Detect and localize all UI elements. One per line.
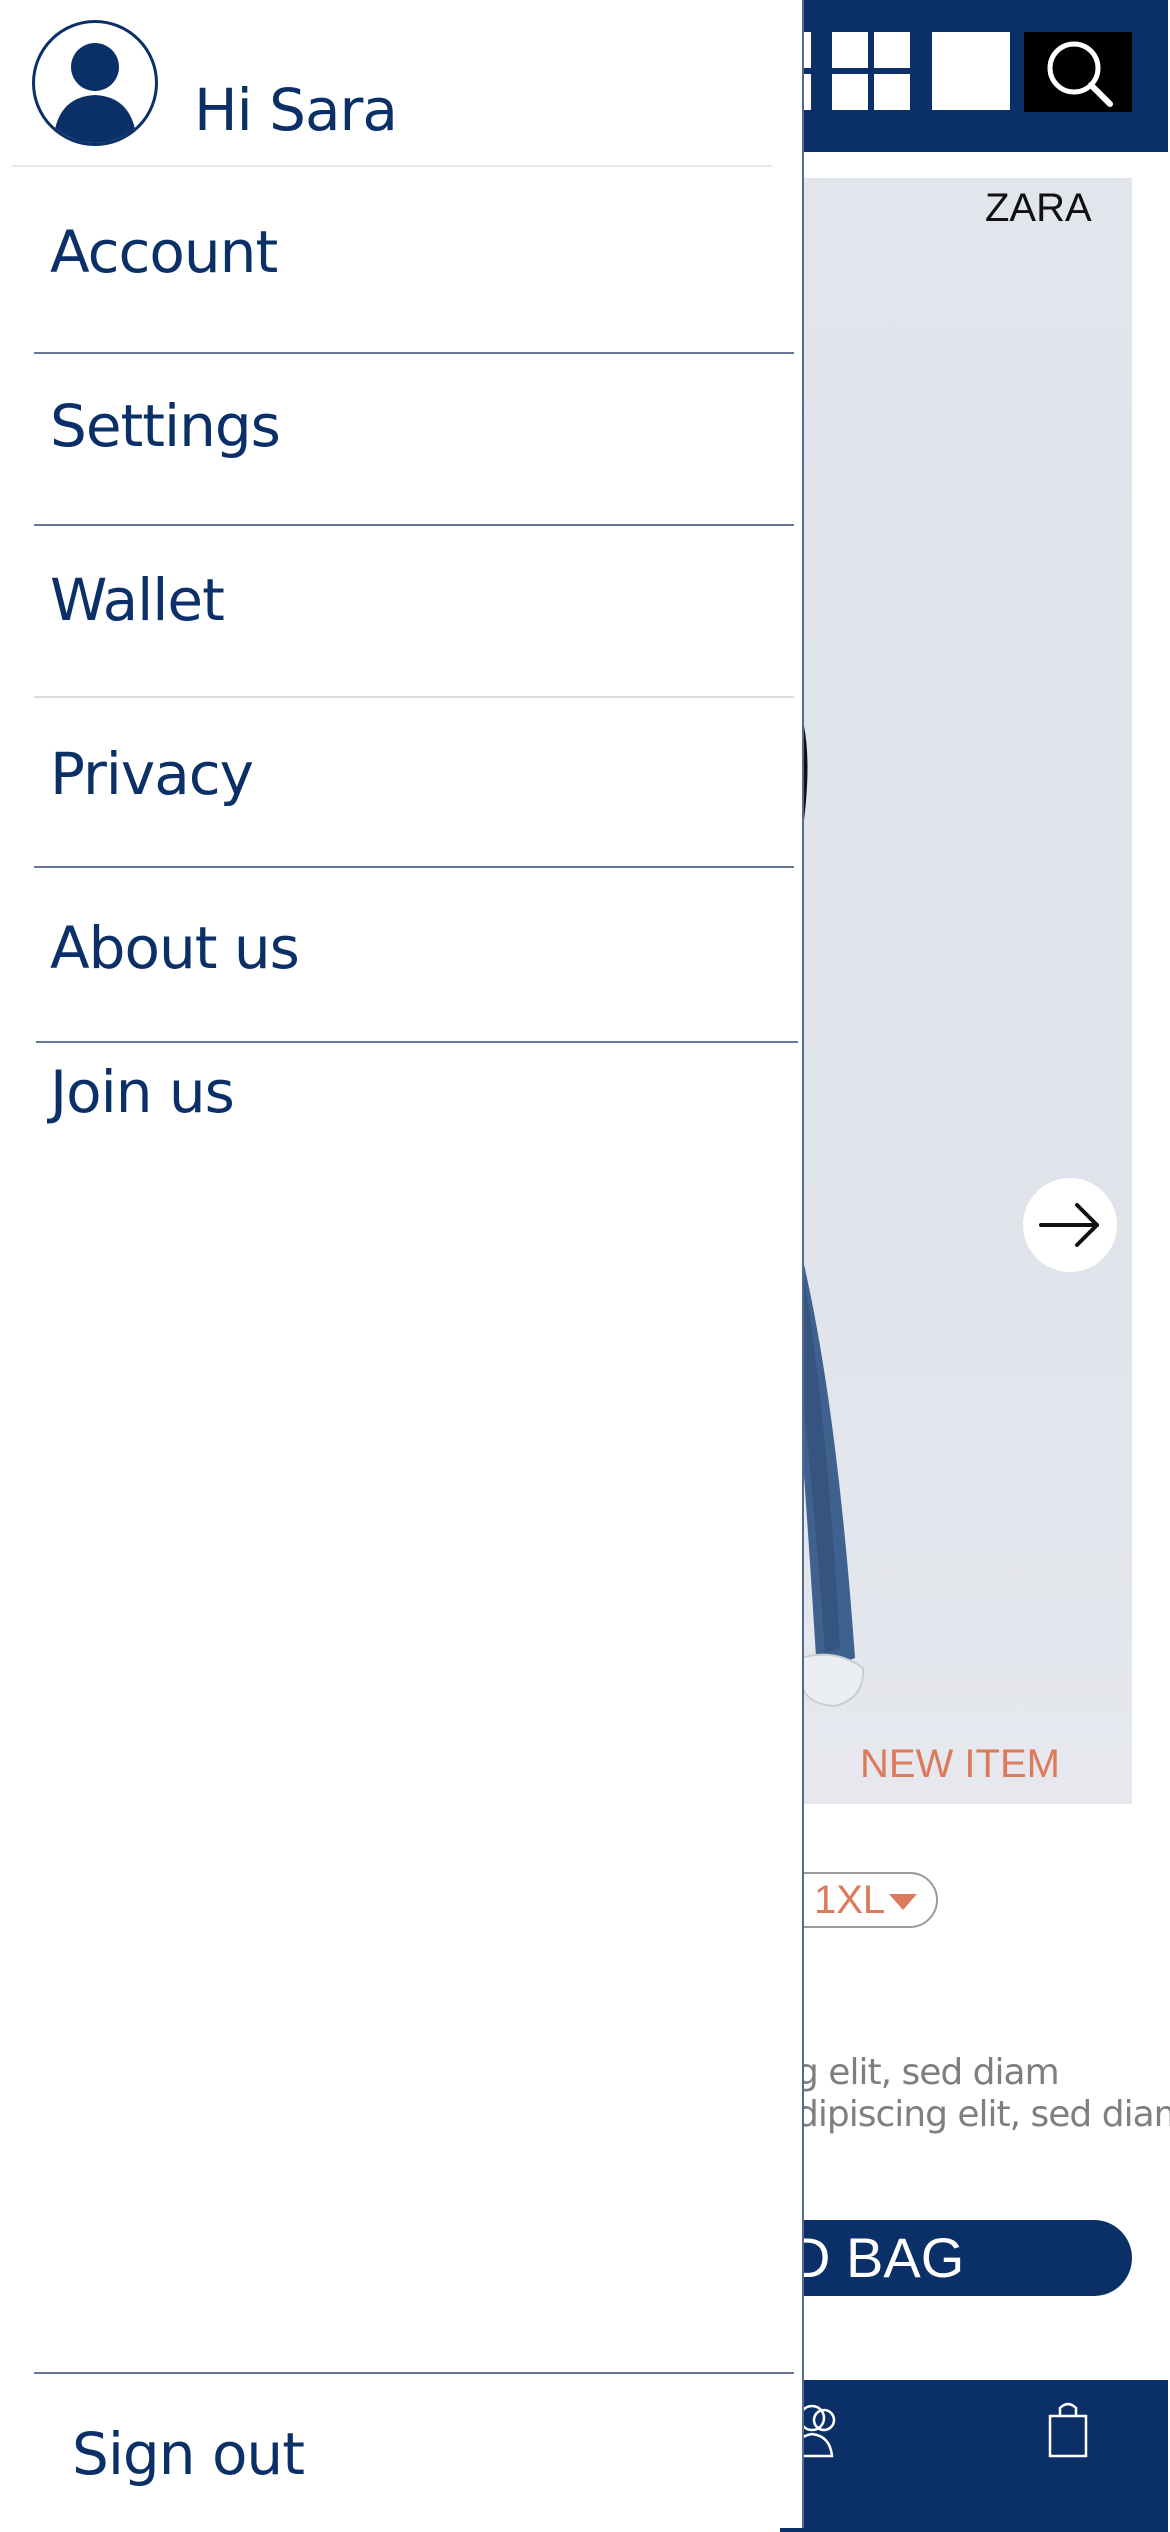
shopping-bag-icon[interactable] xyxy=(1046,2398,1090,2460)
brand-logo: ZARA xyxy=(985,186,1092,230)
search-icon[interactable] xyxy=(1024,32,1132,112)
divider xyxy=(12,165,772,167)
menu-item-settings[interactable]: Settings xyxy=(50,392,281,460)
divider xyxy=(34,2372,794,2374)
user-avatar-icon[interactable] xyxy=(32,20,158,146)
side-drawer: Hi Sara Account Settings Wallet Privacy … xyxy=(0,0,804,2528)
next-arrow-icon xyxy=(1039,1203,1099,1247)
add-to-bag-button[interactable]: D BAG xyxy=(760,2220,1132,2296)
divider xyxy=(34,524,794,526)
divider xyxy=(34,352,794,354)
size-value: 1XL xyxy=(814,1878,886,1922)
next-image-button[interactable] xyxy=(1023,1178,1117,1272)
menu-item-privacy[interactable]: Privacy xyxy=(50,740,254,808)
sign-out-button[interactable]: Sign out xyxy=(72,2420,305,2488)
grid-view-icon[interactable] xyxy=(832,32,912,112)
divider xyxy=(34,696,794,698)
menu-item-account[interactable]: Account xyxy=(50,218,278,286)
dropdown-triangle-icon xyxy=(889,1894,918,1911)
divider xyxy=(34,866,794,868)
product-image[interactable] xyxy=(795,178,1132,1804)
description-line: g elit, sed diam xyxy=(796,2052,1060,2093)
single-view-icon[interactable] xyxy=(932,32,1010,110)
menu-item-wallet[interactable]: Wallet xyxy=(50,566,225,634)
new-item-badge: NEW ITEM xyxy=(860,1742,1060,1786)
menu-item-join-us[interactable]: Join us xyxy=(50,1058,235,1126)
greeting-text: Hi Sara xyxy=(194,76,398,144)
description-line: dipiscing elit, sed diam xyxy=(796,2094,1170,2135)
divider xyxy=(36,1041,798,1043)
menu-item-about-us[interactable]: About us xyxy=(50,914,300,982)
